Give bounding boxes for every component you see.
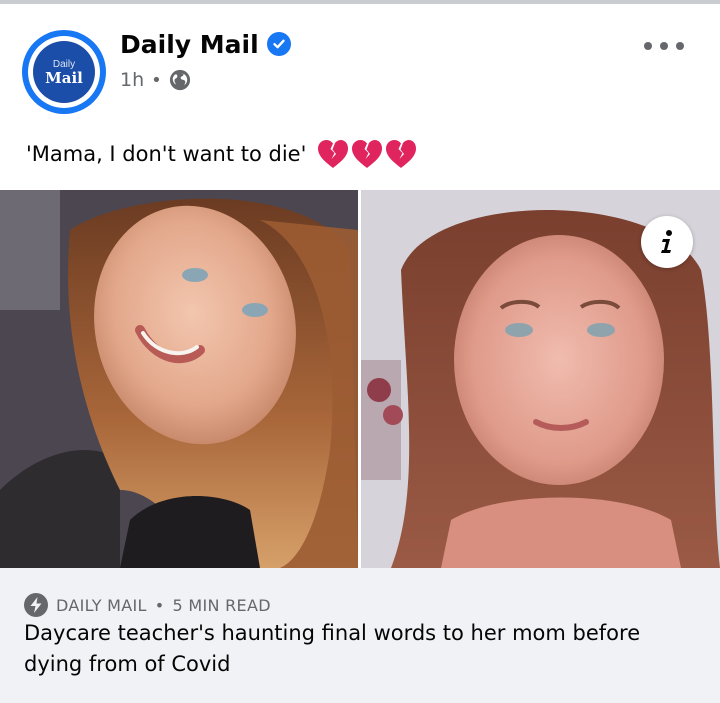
avatar-ring: Daily Mail bbox=[28, 36, 100, 108]
post-timestamp[interactable]: 1h bbox=[120, 69, 144, 91]
link-meta-separator: • bbox=[154, 595, 165, 615]
daily-mail-logo: Daily Mail bbox=[33, 41, 95, 103]
meta-separator: • bbox=[151, 69, 162, 91]
broken-heart-icon bbox=[352, 140, 383, 168]
page-name-link[interactable]: Daily Mail bbox=[120, 30, 259, 59]
logo-top-text: Daily bbox=[52, 58, 76, 70]
verified-badge-icon bbox=[266, 32, 291, 56]
link-title[interactable]: Daycare teacher's haunting final words t… bbox=[24, 618, 704, 680]
logo-main-text: Mail bbox=[45, 68, 83, 87]
broken-hearts bbox=[316, 138, 418, 170]
photo-left-illustration bbox=[0, 190, 358, 568]
lightning-bolt-icon bbox=[24, 593, 48, 617]
globe-icon[interactable] bbox=[169, 69, 191, 91]
more-dot bbox=[644, 42, 652, 50]
more-options-icon[interactable] bbox=[644, 36, 684, 56]
link-source: DAILY MAIL bbox=[56, 595, 147, 615]
more-dot bbox=[676, 42, 684, 50]
page-name-row: Daily Mail bbox=[120, 28, 291, 60]
link-read-time: 5 MIN READ bbox=[172, 595, 271, 615]
more-dot bbox=[660, 42, 668, 50]
post-meta: 1h • bbox=[120, 66, 191, 94]
photo-left[interactable] bbox=[0, 190, 358, 568]
broken-heart-icon bbox=[318, 140, 349, 168]
caption-text: 'Mama, I don't want to die' bbox=[26, 142, 307, 166]
page-avatar[interactable]: Daily Mail bbox=[22, 30, 106, 114]
link-preview-images[interactable] bbox=[0, 190, 720, 568]
post-caption: 'Mama, I don't want to die' bbox=[26, 137, 418, 171]
info-icon[interactable] bbox=[641, 216, 693, 268]
link-preview-card[interactable]: DAILY MAIL • 5 MIN READ Daycare teacher'… bbox=[0, 568, 720, 703]
link-meta: DAILY MAIL • 5 MIN READ bbox=[24, 592, 271, 618]
post-header: Daily Mail Daily Mail 1h • bbox=[0, 4, 720, 116]
photo-right[interactable] bbox=[361, 190, 720, 568]
broken-heart-icon bbox=[386, 140, 417, 168]
